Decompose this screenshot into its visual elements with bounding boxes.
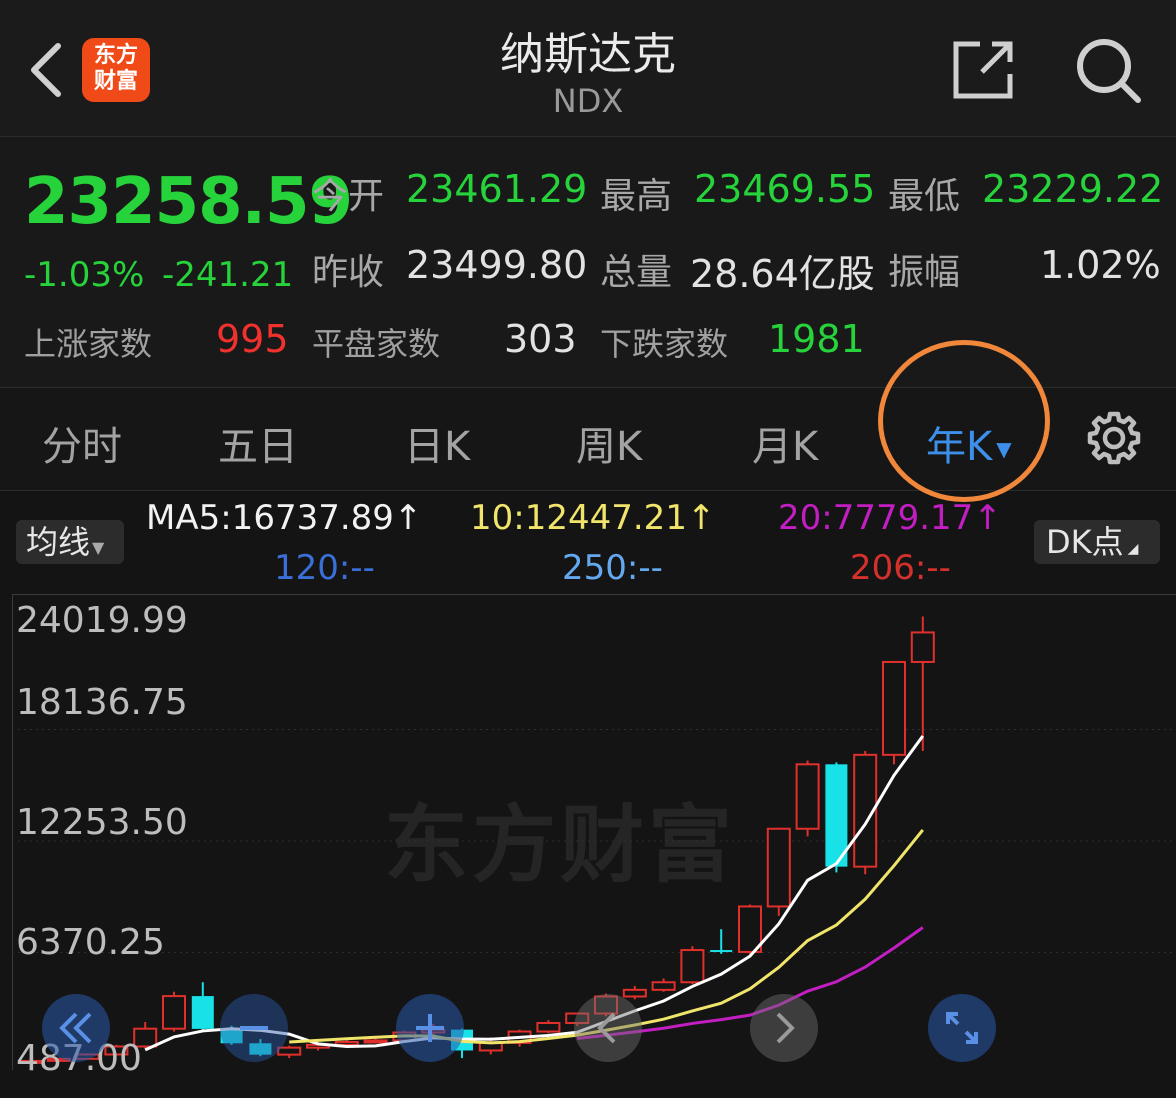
scroll-left-button[interactable] (574, 994, 642, 1062)
candle-up (738, 905, 762, 953)
candle-down (710, 950, 733, 953)
candle-up (651, 981, 676, 991)
tab-weekly-k[interactable]: 周K (576, 414, 642, 472)
candle-up (766, 827, 791, 908)
low-label: 最低 (888, 176, 961, 217)
dk-point-label: DK点 (1046, 523, 1124, 561)
share-icon[interactable] (952, 38, 1016, 102)
candle-up (622, 988, 647, 998)
prev-close-value: 23499.80 (406, 243, 588, 287)
open-label: 今开 (312, 176, 385, 217)
scroll-right-button[interactable] (750, 994, 818, 1062)
highlight-circle (878, 340, 1050, 502)
prev-close-label: 昨收 (312, 252, 385, 293)
flat-count-value: 303 (504, 317, 577, 361)
down-count-value: 1981 (768, 317, 865, 361)
chevron-left-icon (597, 1012, 616, 1044)
y-tick-label: 18136.75 (16, 682, 188, 723)
tab-daily-k[interactable]: 日K (404, 414, 470, 472)
ma10-value: 10:12447.21↑ (470, 498, 716, 538)
minus-icon (240, 1026, 268, 1030)
sub-indicator-row-partial (0, 1078, 1176, 1098)
ma-indicator-row: 均线 ▼ MA5:16737.89↑ 10:12447.21↑ 20:7779.1… (0, 496, 1176, 592)
candle-up (162, 995, 186, 1030)
up-count-label: 上涨家数 (24, 325, 153, 363)
ma206-value: 206:-- (850, 548, 951, 588)
candle-down (191, 996, 214, 1029)
zoom-out-button[interactable] (220, 994, 288, 1062)
change-percent: -1.03% (24, 255, 145, 295)
flat-count-label: 平盘家数 (312, 325, 441, 363)
candle-up (910, 631, 935, 663)
y-tick-label: 6370.25 (16, 922, 165, 963)
chevron-right-icon (776, 1012, 795, 1044)
ma5-value: MA5:16737.89↑ (146, 498, 423, 538)
plus-icon (416, 1014, 444, 1042)
amplitude-label: 振幅 (888, 252, 961, 293)
tab-intraday[interactable]: 分时 (42, 414, 122, 472)
tab-five-day[interactable]: 五日 (218, 414, 298, 472)
ma-toggle-button[interactable]: 均线 ▼ (16, 520, 124, 564)
ma120-value: 120:-- (274, 548, 375, 588)
dropdown-triangle-icon: ▼ (92, 538, 105, 557)
scroll-left-fast-button[interactable] (42, 994, 110, 1062)
high-value: 23469.55 (694, 167, 876, 211)
search-icon[interactable] (1074, 36, 1142, 104)
ma-toggle-label: 均线 (26, 523, 91, 561)
down-count-label: 下跌家数 (600, 325, 729, 363)
change-amount: -241.21 (162, 255, 294, 295)
candle-up (363, 1039, 388, 1044)
candle-up (795, 763, 820, 830)
settings-gear-icon[interactable] (1086, 410, 1142, 466)
zoom-in-button[interactable] (396, 994, 464, 1062)
tab-monthly-k[interactable]: 月K (752, 414, 818, 472)
up-count-value: 995 (216, 317, 289, 361)
candle-up (680, 949, 705, 984)
current-price: 23258.59 (24, 165, 353, 239)
double-chevron-left-icon (59, 1012, 92, 1044)
fullscreen-button[interactable] (928, 994, 996, 1062)
candle-up (536, 1022, 561, 1033)
corner-triangle-icon: ◢ (1127, 541, 1139, 557)
volume-value: 28.64亿股 (690, 252, 875, 296)
y-tick-label: 24019.99 (16, 600, 188, 641)
candle-up (277, 1046, 302, 1056)
low-value: 23229.22 (982, 167, 1164, 211)
volume-label: 总量 (600, 252, 673, 293)
ma250-value: 250:-- (562, 548, 663, 588)
app-header: 东方 财富 纳斯达克 NDX (0, 0, 1176, 137)
ma20-value: 20:7779.17↑ (778, 498, 1002, 538)
dk-point-button[interactable]: DK点 ◢ (1034, 520, 1160, 564)
expand-icon (946, 1012, 978, 1044)
y-tick-label: 12253.50 (16, 802, 188, 843)
open-value: 23461.29 (406, 167, 588, 211)
amplitude-value: 1.02% (1040, 243, 1161, 287)
candle-up (882, 660, 906, 756)
high-label: 最高 (600, 176, 673, 217)
